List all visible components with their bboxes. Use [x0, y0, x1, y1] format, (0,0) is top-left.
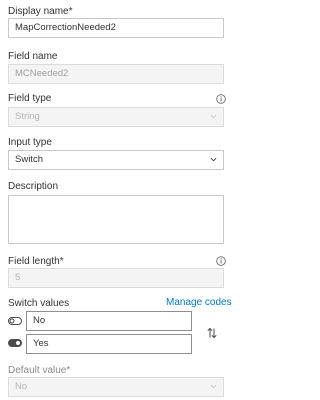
- chevron-down-icon: [210, 114, 217, 119]
- default-value-select: No: [8, 377, 224, 397]
- display-name-label: Display name*: [8, 6, 73, 17]
- chevron-down-icon: [210, 157, 217, 162]
- default-value-value: No: [15, 381, 28, 392]
- field-name-input: MCNeeded2: [8, 64, 224, 84]
- description-textarea[interactable]: [8, 195, 224, 244]
- input-type-select[interactable]: Switch: [8, 150, 224, 170]
- switch-values-label: Switch values: [8, 298, 70, 309]
- field-length-input: 5: [8, 268, 224, 288]
- info-icon[interactable]: [216, 256, 226, 266]
- field-type-label: Field type: [8, 93, 52, 104]
- manage-codes-link[interactable]: Manage codes: [166, 297, 232, 309]
- display-name-input[interactable]: MapCorrectionNeeded2: [8, 18, 224, 38]
- input-type-label: Input type: [8, 137, 52, 148]
- switch-value-off-input[interactable]: No: [26, 311, 192, 331]
- toggle-on-icon: [8, 339, 22, 347]
- field-type-value: String: [15, 111, 40, 122]
- swap-vertical-icon[interactable]: [206, 327, 218, 339]
- default-value-label: Default value*: [8, 365, 71, 376]
- field-type-select: String: [8, 107, 224, 127]
- toggle-off-icon: [8, 317, 22, 325]
- description-label: Description: [8, 181, 59, 192]
- input-type-value: Switch: [15, 154, 43, 165]
- switch-value-on-input[interactable]: Yes: [26, 334, 192, 354]
- field-name-label: Field name: [8, 51, 58, 62]
- info-icon[interactable]: [216, 94, 226, 104]
- chevron-down-icon: [210, 384, 217, 389]
- field-length-label: Field length*: [8, 256, 64, 267]
